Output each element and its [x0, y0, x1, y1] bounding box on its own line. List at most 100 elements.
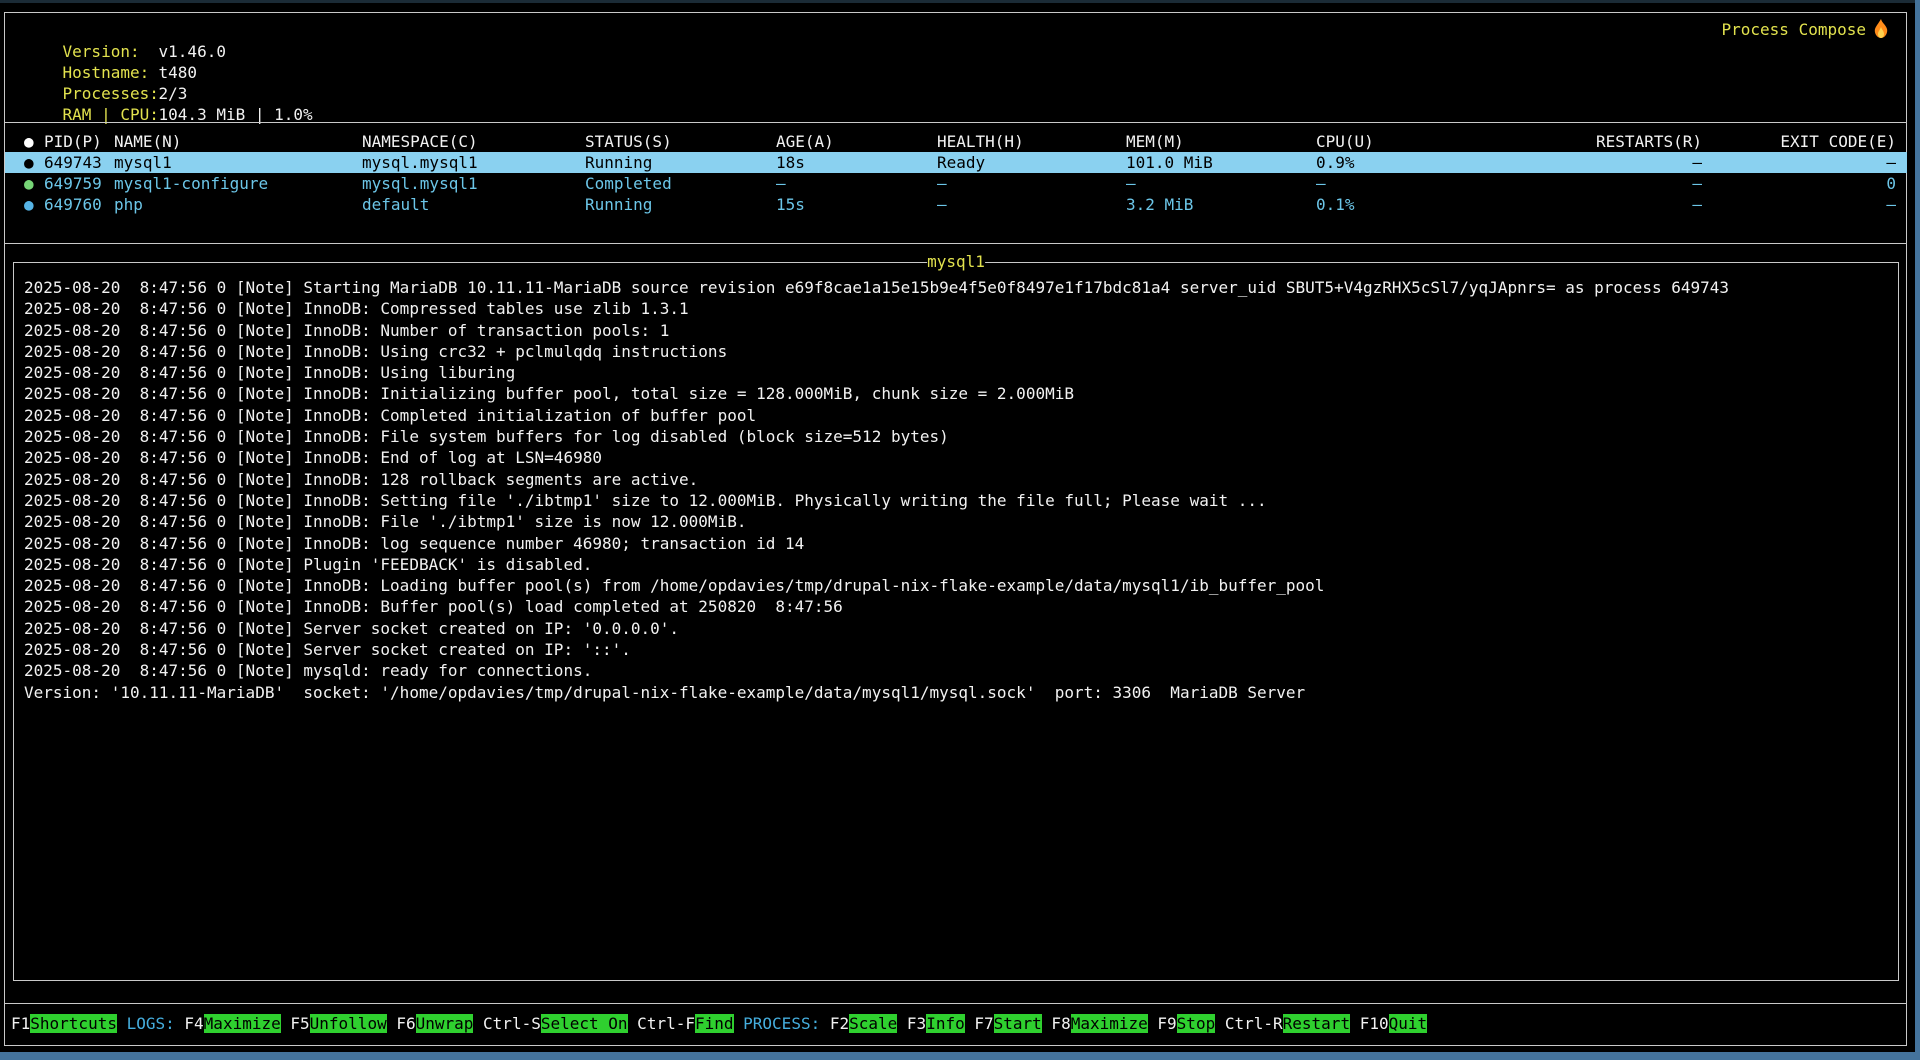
bar-section-label: LOGS: [117, 1014, 184, 1033]
log-line: 2025-08-20 8:47:56 0 [Note] InnoDB: log … [24, 533, 1892, 554]
column-header-restarts[interactable]: RESTARTS(R) [1405, 131, 1702, 152]
log-line: 2025-08-20 8:47:56 0 [Note] InnoDB: Usin… [24, 341, 1892, 362]
status-bullet-icon: ● [24, 131, 34, 152]
cell-name: mysql1 [114, 152, 172, 173]
cell-restarts: – [1405, 173, 1702, 194]
shortcut-action-scale[interactable]: Scale [849, 1014, 897, 1033]
header-field-processes: Processes:2/3 [24, 62, 187, 83]
log-line: 2025-08-20 8:47:56 0 [Note] Starting Mar… [24, 277, 1892, 298]
cell-mem: 101.0 MiB [1126, 152, 1213, 173]
cell-health: Ready [937, 152, 985, 173]
shortcut-key: F10 [1350, 1014, 1389, 1033]
cell-mem: – [1126, 173, 1136, 194]
shortcut-key: Ctrl-R [1215, 1014, 1282, 1033]
process-row-mysql1-configure[interactable]: ● 649759 mysql1-configure mysql.mysql1 C… [5, 173, 1907, 194]
process-row-php[interactable]: ● 649760 php default Running 15s – 3.2 M… [5, 194, 1907, 215]
cell-health: – [937, 194, 947, 215]
log-line: 2025-08-20 8:47:56 0 [Note] InnoDB: Comp… [24, 298, 1892, 319]
bar-section-label: PROCESS: [734, 1014, 830, 1033]
column-header-cpu[interactable]: CPU(U) [1316, 131, 1374, 152]
cell-name: php [114, 194, 143, 215]
shortcut-key: F2 [830, 1014, 849, 1033]
log-lines: 2025-08-20 8:47:56 0 [Note] Starting Mar… [24, 277, 1892, 703]
shortcut-key: F4 [184, 1014, 203, 1033]
status-bullet-icon: ● [24, 152, 34, 173]
shortcut-key: Ctrl-F [628, 1014, 695, 1033]
fire-icon [1872, 19, 1890, 39]
cell-age: 18s [776, 152, 805, 173]
cell-status: Completed [585, 173, 672, 194]
column-header-namespace[interactable]: NAMESPACE(C) [362, 131, 478, 152]
shortcut-key: F6 [387, 1014, 416, 1033]
log-line: 2025-08-20 8:47:56 0 [Note] Server socke… [24, 618, 1892, 639]
process-row-mysql1[interactable]: ● 649743 mysql1 mysql.mysql1 Running 18s… [5, 152, 1907, 173]
log-line: 2025-08-20 8:47:56 0 [Note] InnoDB: Comp… [24, 405, 1892, 426]
shortcut-bar-frame: F1Shortcuts LOGS: F4Maximize F5Unfollow … [4, 1003, 1907, 1046]
shortcut-action-select-on[interactable]: Select On [541, 1014, 628, 1033]
status-bullet-icon: ● [24, 173, 34, 194]
shortcut-action-find[interactable]: Find [695, 1014, 734, 1033]
log-line: 2025-08-20 8:47:56 0 [Note] InnoDB: Sett… [24, 490, 1892, 511]
log-line: 2025-08-20 8:47:56 0 [Note] Plugin 'FEED… [24, 554, 1892, 575]
shortcut-action-restart[interactable]: Restart [1283, 1014, 1350, 1033]
shortcut-action-quit[interactable]: Quit [1389, 1014, 1428, 1033]
shortcut-bar: F1Shortcuts LOGS: F4Maximize F5Unfollow … [11, 1013, 1427, 1034]
cell-namespace: mysql.mysql1 [362, 152, 478, 173]
shortcut-key: F5 [281, 1014, 310, 1033]
cell-age: 15s [776, 194, 805, 215]
log-line: 2025-08-20 8:47:56 0 [Note] InnoDB: Numb… [24, 320, 1892, 341]
cell-cpu: – [1316, 173, 1326, 194]
app-title-text: Process Compose [1722, 20, 1867, 39]
column-header-exit-code[interactable]: EXIT CODE(E) [1720, 131, 1896, 152]
shortcut-action-start[interactable]: Start [994, 1014, 1042, 1033]
shortcut-action-shortcuts[interactable]: Shortcuts [30, 1014, 117, 1033]
column-header-mem[interactable]: MEM(M) [1126, 131, 1184, 152]
window-edge-top [0, 0, 1920, 3]
log-line: Version: '10.11.11-MariaDB' socket: '/ho… [24, 682, 1892, 703]
column-header-status[interactable]: STATUS(S) [585, 131, 672, 152]
cell-namespace: mysql.mysql1 [362, 173, 478, 194]
shortcut-action-info[interactable]: Info [926, 1014, 965, 1033]
cell-status: Running [585, 152, 652, 173]
header-table-divider [4, 122, 1907, 123]
header-field-version: Version:v1.46.0 [24, 20, 226, 41]
cell-namespace: default [362, 194, 429, 215]
log-line: 2025-08-20 8:47:56 0 [Note] InnoDB: Init… [24, 383, 1892, 404]
cell-name: mysql1-configure [114, 173, 268, 194]
shortcut-key: F9 [1148, 1014, 1177, 1033]
cell-exit-code: – [1720, 152, 1896, 173]
window-edge-bottom [0, 1052, 1920, 1060]
cell-pid: 649760 [44, 194, 102, 215]
shortcut-key: F8 [1042, 1014, 1071, 1033]
shortcut-key: Ctrl-S [473, 1014, 540, 1033]
shortcut-action-maximize[interactable]: Maximize [204, 1014, 281, 1033]
shortcut-action-stop[interactable]: Stop [1177, 1014, 1216, 1033]
column-header-pid[interactable]: PID(P) [44, 131, 102, 152]
log-line: 2025-08-20 8:47:56 0 [Note] mysqld: read… [24, 660, 1892, 681]
cell-pid: 649743 [44, 152, 102, 173]
shortcut-action-unwrap[interactable]: Unwrap [416, 1014, 474, 1033]
log-panel[interactable]: mysql1 2025-08-20 8:47:56 0 [Note] Start… [13, 262, 1899, 981]
log-line: 2025-08-20 8:47:56 0 [Note] InnoDB: Load… [24, 575, 1892, 596]
cell-mem: 3.2 MiB [1126, 194, 1193, 215]
cell-age: – [776, 173, 786, 194]
shortcut-action-maximize[interactable]: Maximize [1071, 1014, 1148, 1033]
window-edge-right [1915, 0, 1920, 1060]
column-header-name[interactable]: NAME(N) [114, 131, 181, 152]
table-bottom-divider [4, 243, 1907, 244]
column-header-age[interactable]: AGE(A) [776, 131, 834, 152]
column-header-health[interactable]: HEALTH(H) [937, 131, 1024, 152]
log-line: 2025-08-20 8:47:56 0 [Note] InnoDB: File… [24, 426, 1892, 447]
app-title: Process Compose [1722, 19, 1891, 41]
status-bullet-icon: ● [24, 194, 34, 215]
shortcut-action-unfollow[interactable]: Unfollow [310, 1014, 387, 1033]
log-line: 2025-08-20 8:47:56 0 [Note] Server socke… [24, 639, 1892, 660]
log-panel-title: mysql1 [927, 252, 985, 272]
shortcut-key: F1 [11, 1014, 30, 1033]
cell-cpu: 0.1% [1316, 194, 1355, 215]
log-line: 2025-08-20 8:47:56 0 [Note] InnoDB: End … [24, 447, 1892, 468]
cell-health: – [937, 173, 947, 194]
header-field-hostname: Hostname:t480 [24, 41, 197, 62]
cell-restarts: – [1405, 152, 1702, 173]
cell-pid: 649759 [44, 173, 102, 194]
